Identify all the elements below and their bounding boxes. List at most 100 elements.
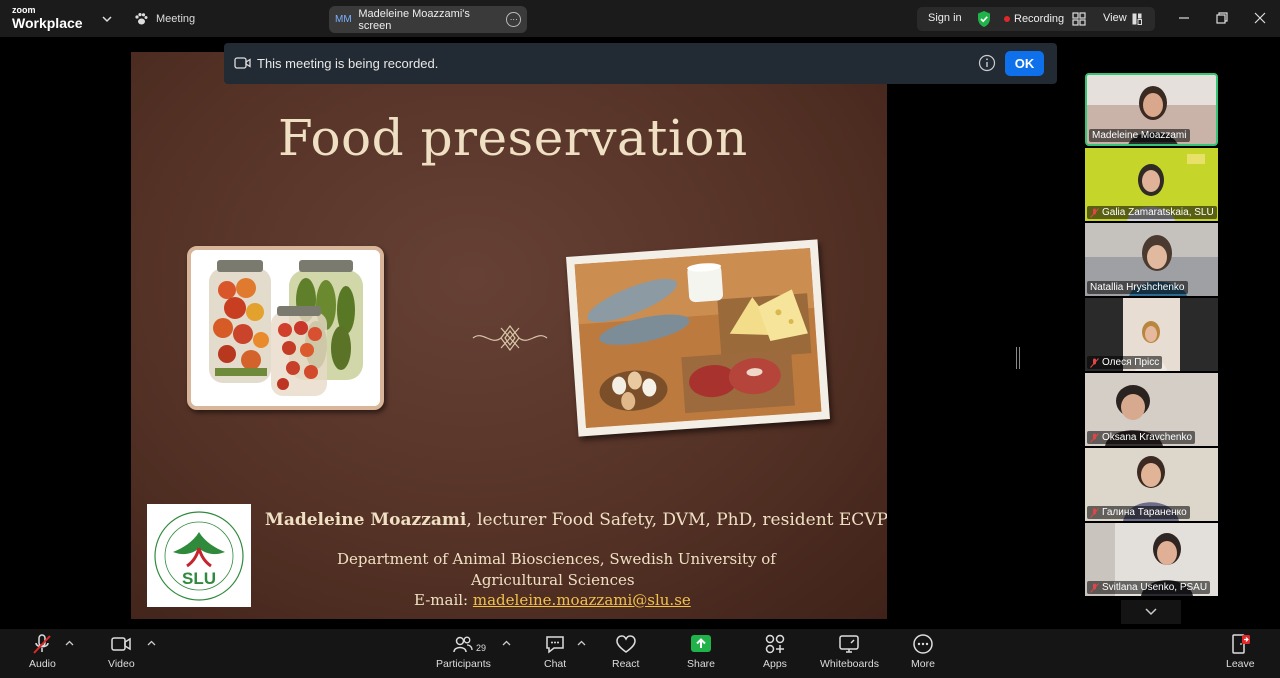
more-options-icon[interactable]: ··· [506,12,521,27]
participant-tile[interactable]: Олеся Прісс [1085,298,1218,371]
video-camera-icon [111,637,132,651]
react-button[interactable]: React [612,633,639,670]
sign-in-link[interactable]: Sign in [928,12,962,24]
participant-tile[interactable]: Natallia Hryshchenko [1085,223,1218,296]
participant-name-text: Oksana Kravchenko [1102,432,1193,443]
panel-resize-handle[interactable] [1016,347,1020,369]
chat-label: Chat [544,658,567,670]
record-dot-icon [1004,16,1010,22]
muted-mic-icon [1090,357,1099,368]
participant-tile[interactable]: Oksana Kravchenko [1085,373,1218,446]
share-label: Share [687,658,716,670]
recording-indicator[interactable]: Recording [1004,13,1064,25]
more-button[interactable]: More [911,633,935,670]
participant-name-text: Олеся Прісс [1102,357,1160,368]
decorative-ornament [472,325,548,351]
scroll-participants-button[interactable] [1121,600,1181,624]
muted-mic-icon [1090,582,1099,593]
participants-label: Participants [436,658,491,670]
shield-check-icon[interactable] [976,10,992,28]
ok-button[interactable]: OK [1005,51,1044,76]
recording-label: Recording [1014,13,1065,25]
view-layout-icon[interactable] [1132,13,1142,25]
whiteboards-button[interactable]: Whiteboards [820,633,879,670]
participant-name: Galia Zamaratskaia, SLU [1087,206,1217,219]
app-brand: zoom Workplace [12,5,83,31]
audio-options-chevron-icon[interactable] [65,639,74,648]
participant-name-text: Galia Zamaratskaia, SLU [1102,207,1214,218]
participant-name: Natallia Hryshchenko [1087,281,1188,294]
slu-logo: SLU [147,504,251,607]
presentation-slide: Food preservation SLU Madeleine Moazzami… [131,52,887,619]
participant-name-text: Svitlana Usenko, PSAU [1102,582,1208,593]
presenter-name: Madeleine Moazzami [265,510,467,530]
email-link[interactable]: madeleine.moazzami@slu.se [473,591,691,609]
whiteboard-icon [839,635,860,653]
leave-button[interactable]: Leave [1226,633,1255,670]
video-options-chevron-icon[interactable] [147,639,156,648]
more-icon [913,634,933,654]
participant-tile[interactable]: Galia Zamaratskaia, SLU [1085,148,1218,221]
title-bar: zoom Workplace Meeting MM Madeleine Moaz… [0,0,1280,37]
view-menu[interactable]: View [1103,12,1127,24]
share-screen-label: Madeleine Moazzami's screen [358,7,470,32]
presenter-role: , lecturer Food Safety, DVM, PhD, reside… [466,510,887,530]
brand-top: zoom [12,5,36,15]
brand-bottom: Workplace [12,15,83,31]
chat-bubble-icon [546,636,564,654]
react-label: React [612,658,640,670]
minimize-icon[interactable] [1176,10,1192,26]
leave-door-icon [1232,634,1251,654]
participant-count: 29 [476,643,487,653]
video-label: Video [108,658,135,670]
muted-mic-icon [33,634,52,654]
participant-name: Галина Тараненко [1087,506,1190,519]
participant-tile[interactable]: Галина Тараненко [1085,448,1218,521]
chat-button[interactable]: Chat [544,633,566,670]
paw-icon [135,13,148,25]
grid-view-icon[interactable] [1072,12,1086,26]
participant-tile[interactable]: Madeleine Moazzami [1085,73,1218,146]
video-button[interactable]: Video [108,633,135,670]
participants-options-chevron-icon[interactable] [502,639,511,648]
apps-button[interactable]: Apps [763,633,787,670]
apps-icon [765,634,785,654]
participant-name: Олеся Прісс [1087,356,1163,369]
department-line-2: Agricultural Sciences [471,571,635,589]
more-label: More [911,658,935,670]
participant-name: Svitlana Usenko, PSAU [1087,581,1211,594]
participant-name: Oksana Kravchenko [1087,431,1196,444]
department-line-1: Department of Animal Biosciences, Swedis… [337,550,776,568]
share-button[interactable]: Share [687,633,715,670]
muted-mic-icon [1090,207,1099,218]
email-label: E-mail: [414,591,473,609]
meeting-label: Meeting [156,13,196,25]
audio-button[interactable]: Audio [29,633,56,670]
top-right-controls: Sign in Recording View [917,7,1155,31]
recording-banner: This meeting is being recorded. OK [224,43,1057,84]
share-screen-pill[interactable]: MM Madeleine Moazzami's screen ··· [329,6,527,33]
share-screen-icon [691,635,712,652]
restore-icon[interactable] [1214,10,1230,26]
chevron-down-icon[interactable] [100,12,114,26]
close-icon[interactable] [1252,10,1268,26]
muted-mic-icon [1090,507,1099,518]
video-camera-icon [234,57,251,69]
participant-tile[interactable]: Svitlana Usenko, PSAU [1085,523,1218,596]
participants-icon [453,636,474,653]
meeting-menu[interactable]: Meeting [134,10,195,28]
heart-icon [615,635,636,653]
presenter-line: Madeleine Moazzami, lecturer Food Safety… [265,510,887,530]
jars-image [187,246,384,410]
presenter-initials: MM [335,14,352,25]
chat-options-chevron-icon[interactable] [577,639,586,648]
participant-name: Madeleine Moazzami [1089,129,1190,142]
slu-logo-text: SLU [182,569,216,588]
info-icon[interactable] [978,54,996,72]
email-line: E-mail: madeleine.moazzami@slu.se [414,591,691,609]
recording-banner-text: This meeting is being recorded. [257,56,439,71]
meeting-toolbar: Audio Video Participants 29 Chat React S… [0,629,1280,678]
food-photo [566,239,830,437]
muted-mic-icon [1090,432,1099,443]
participant-name-text: Галина Тараненко [1102,507,1187,518]
